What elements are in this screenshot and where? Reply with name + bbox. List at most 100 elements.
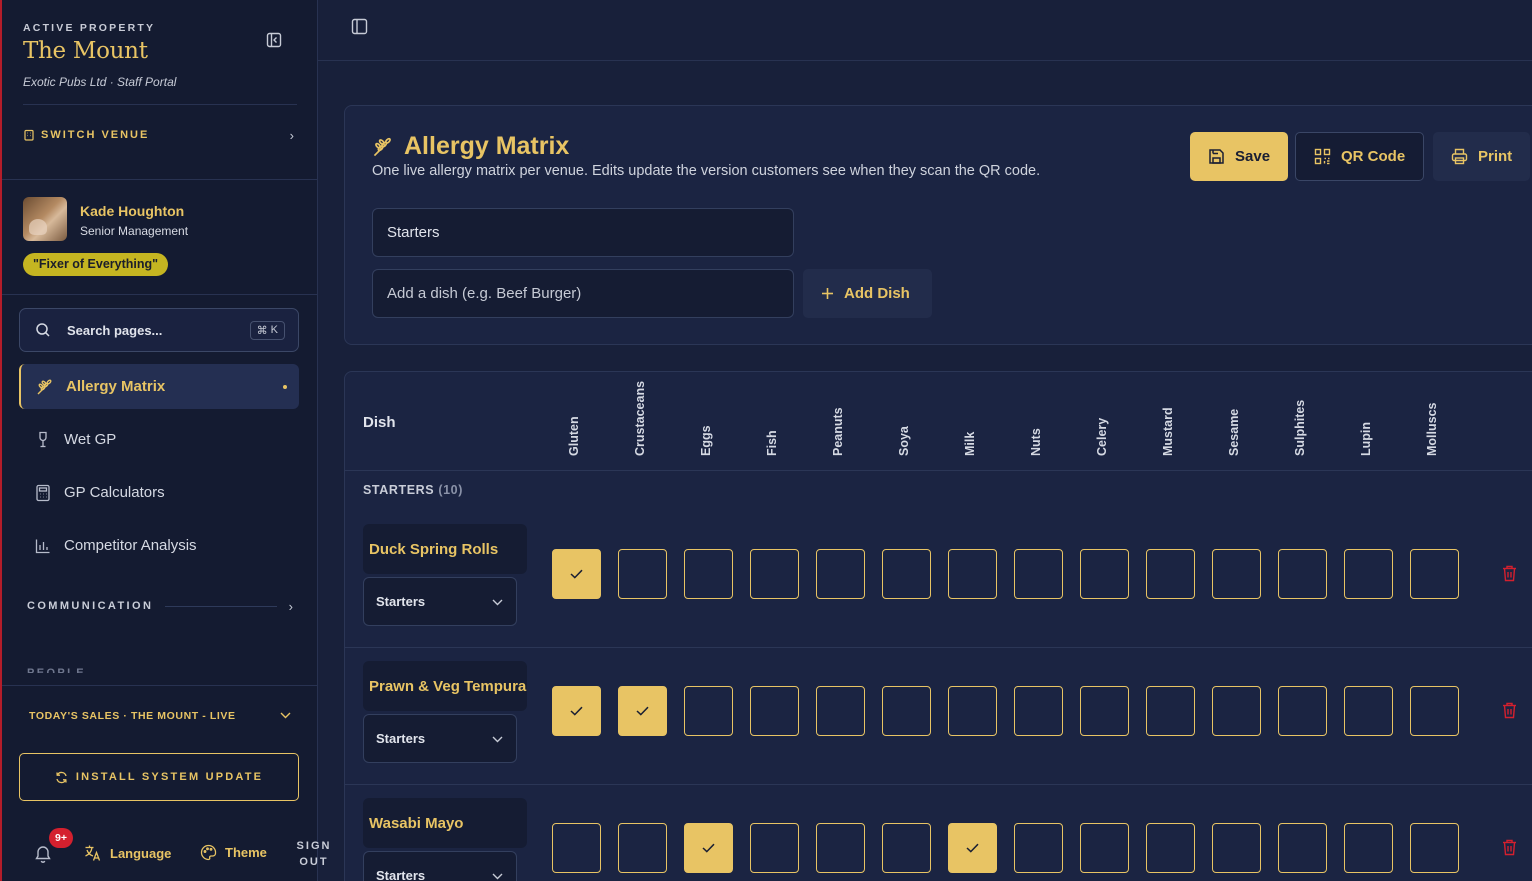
allergen-checkbox-gluten[interactable] [552,549,601,599]
allergen-checkbox-nuts[interactable] [1014,549,1063,599]
dish-category-select[interactable]: Starters [363,851,517,881]
command-key-icon: ⌘ [256,324,268,337]
allergen-checkbox-celery[interactable] [1080,549,1129,599]
allergen-checkbox-molluscs[interactable] [1410,686,1459,736]
add-dish-button[interactable]: Add Dish [803,269,932,318]
theme-label: Theme [225,845,267,860]
allergen-checkbox-crustaceans[interactable] [618,823,667,873]
shortcut-badge: ⌘ K [249,320,285,340]
allergen-checkbox-sesame[interactable] [1212,549,1261,599]
sign-out-button[interactable]: SIGN OUT [294,838,334,870]
allergen-header-label: Celery [1095,417,1109,456]
allergen-checkbox-sesame[interactable] [1212,686,1261,736]
dish-category-select[interactable]: Starters [363,577,517,626]
theme-button[interactable]: Theme [200,844,267,861]
check-icon [570,569,583,579]
communication-section-toggle[interactable]: COMMUNICATION › [27,597,293,615]
allergen-checkbox-mustard[interactable] [1146,823,1195,873]
sidebar-toggle-icon[interactable] [351,18,369,36]
avatar[interactable] [23,197,67,241]
active-indicator [283,384,287,389]
print-button[interactable]: Print [1433,132,1531,181]
allergen-checkbox-peanuts[interactable] [816,823,865,873]
allergen-checkbox-lupin[interactable] [1344,823,1393,873]
delete-dish-trash-icon[interactable] [1502,565,1518,583]
dish-category-select[interactable]: Starters [363,714,517,763]
allergen-header: Crustaceans [631,372,651,456]
table-row: Prawn & Veg Tempura Starters [345,648,1532,785]
allergen-checkbox-gluten[interactable] [552,686,601,736]
allergen-checkbox-fish[interactable] [750,549,799,599]
page-subtitle: One live allergy matrix per venue. Edits… [372,163,1041,179]
sidebar-item-allergy-matrix[interactable]: Allergy Matrix [19,364,299,409]
divider [165,605,277,607]
allergen-checkbox-mustard[interactable] [1146,549,1195,599]
section-name: STARTERS [363,483,435,497]
delete-dish-trash-icon[interactable] [1502,702,1518,720]
todays-sales-toggle[interactable]: TODAY'S SALES · THE MOUNT - LIVE [29,709,291,723]
allergen-checkbox-celery[interactable] [1080,686,1129,736]
sidebar-item-wet-gp[interactable]: Wet GP [19,417,299,462]
save-icon [1209,149,1224,164]
allergen-checkbox-nuts[interactable] [1014,823,1063,873]
todays-sales-label: TODAY'S SALES · THE MOUNT - LIVE [29,710,236,722]
allergen-header: Milk [961,372,981,456]
allergen-checkbox-lupin[interactable] [1344,686,1393,736]
refresh-icon [56,771,67,783]
allergen-checkbox-fish[interactable] [750,823,799,873]
allergen-header: Peanuts [829,372,849,456]
allergy-matrix-table: Dish Gluten Crustaceans Eggs Fish Peanuts Soy… [344,371,1532,881]
allergen-header: Gluten [565,372,585,456]
allergen-checkbox-peanuts[interactable] [816,686,865,736]
allergen-checkbox-milk[interactable] [948,549,997,599]
allergen-checkbox-molluscs[interactable] [1410,823,1459,873]
people-section-label: PEOPLE [27,667,87,673]
category-input[interactable]: Starters [372,208,794,257]
add-dish-input[interactable]: Add a dish (e.g. Beef Burger) [372,269,794,318]
allergen-checkbox-eggs[interactable] [684,686,733,736]
language-button[interactable]: Language [84,844,171,862]
save-button[interactable]: Save [1190,132,1289,181]
allergen-header: Lupin [1357,372,1377,456]
dish-name-input[interactable]: Prawn & Veg Tempura [363,661,527,711]
allergen-checkbox-soya[interactable] [882,686,931,736]
allergen-checkbox-nuts[interactable] [1014,686,1063,736]
allergen-checkbox-mustard[interactable] [1146,686,1195,736]
allergen-checkbox-sulphites[interactable] [1278,549,1327,599]
allergen-checkbox-celery[interactable] [1080,823,1129,873]
install-update-label: INSTALL SYSTEM UPDATE [75,771,264,783]
search-input[interactable]: Search pages... ⌘ K [19,308,299,352]
install-system-update-button[interactable]: INSTALL SYSTEM UPDATE [19,753,299,801]
chevron-down-icon [492,868,503,881]
allergen-header: Celery [1093,372,1113,456]
allergen-checkbox-eggs[interactable] [684,549,733,599]
allergen-checkbox-sesame[interactable] [1212,823,1261,873]
delete-dish-trash-icon[interactable] [1502,839,1518,857]
allergen-checkbox-milk[interactable] [948,823,997,873]
allergen-checkbox-soya[interactable] [882,823,931,873]
allergen-checkbox-soya[interactable] [882,549,931,599]
allergen-checkbox-sulphites[interactable] [1278,823,1327,873]
allergen-checkbox-gluten[interactable] [552,823,601,873]
allergen-checkbox-sulphites[interactable] [1278,686,1327,736]
allergen-checkbox-peanuts[interactable] [816,549,865,599]
collapse-sidebar-icon[interactable] [263,30,285,50]
communication-label: COMMUNICATION [27,600,154,612]
notifications-bell-icon[interactable] [34,844,54,864]
check-icon [966,843,979,853]
allergen-checkbox-crustaceans[interactable] [618,686,667,736]
allergen-checkbox-crustaceans[interactable] [618,549,667,599]
dish-name-input[interactable]: Wasabi Mayo [363,798,527,848]
sidebar-item-gp-calculators[interactable]: GP Calculators [19,470,299,515]
allergen-checkbox-eggs[interactable] [684,823,733,873]
switch-venue-button[interactable]: SWITCH VENUE › [23,126,297,144]
allergen-checkbox-milk[interactable] [948,686,997,736]
dish-name-input[interactable]: Duck Spring Rolls [363,524,527,574]
allergen-checkbox-fish[interactable] [750,686,799,736]
sidebar-item-competitor-analysis[interactable]: Competitor Analysis [19,523,299,568]
allergen-checkbox-molluscs[interactable] [1410,549,1459,599]
allergen-header-label: Eggs [699,425,713,456]
qr-code-button[interactable]: QR Code [1295,132,1425,181]
allergen-checkbox-lupin[interactable] [1344,549,1393,599]
check-icon [570,706,583,716]
